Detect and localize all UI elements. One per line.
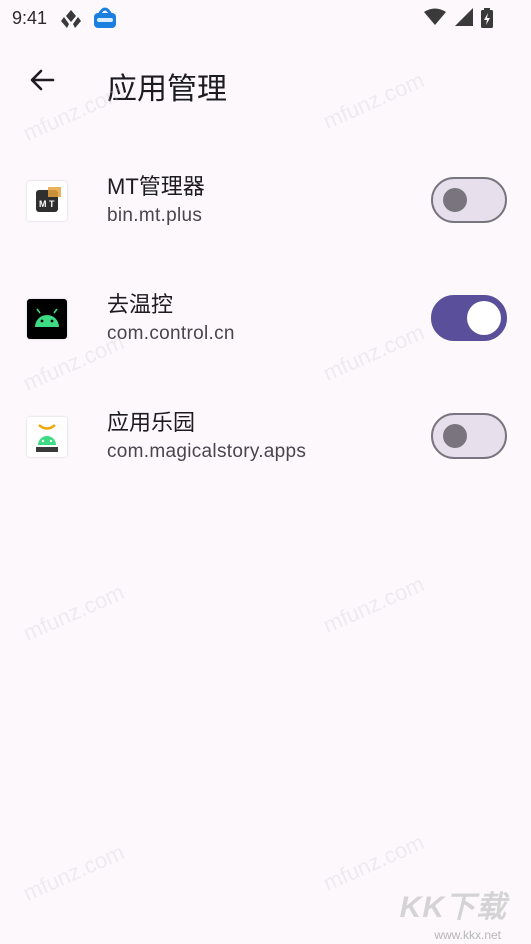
wifi-icon [420,8,450,25]
android-app-icon [27,417,67,457]
status-time: 9:41 [12,8,48,28]
app-notification-icon [92,5,118,36]
battery-icon [477,8,493,28]
list-item[interactable]: M T MT管理器 bin.mt.plus [0,124,531,242]
footer-url: www.kkx.net [434,928,501,942]
page-title: 应用管理 [107,73,227,106]
app-package: com.control.cn [107,323,235,344]
enable-switch[interactable] [431,295,507,341]
app-name: 去温控 [107,292,174,317]
list-item[interactable]: 应用乐园 com.magicalstory.apps [0,360,531,478]
enable-switch[interactable] [431,177,507,223]
enable-switch[interactable] [431,413,507,459]
mt-manager-icon: M T [27,181,67,221]
app-name: 应用乐园 [107,410,196,435]
app-package: bin.mt.plus [107,205,203,226]
back-button[interactable] [22,62,62,102]
diamond-status-icon [60,9,82,34]
svg-text:M T: M T [39,199,55,209]
app-package: com.magicalstory.apps [107,441,307,462]
top-app-bar: 应用管理 [0,50,531,116]
android-icon [27,299,67,339]
watermark: mfunz.com [19,579,128,646]
watermark: mfunz.com [319,571,428,638]
watermark: mfunz.com [19,839,128,906]
app-name: MT管理器 [107,174,205,199]
status-bar: 9:41 [0,0,531,38]
arrow-left-icon [28,66,56,99]
signal-icon [451,8,477,26]
list-item[interactable]: 去温控 com.control.cn [0,242,531,360]
app-list: M T MT管理器 bin.mt.plus 去温控 com.control.cn [0,124,531,478]
footer-logo: KK下载 [399,891,507,924]
